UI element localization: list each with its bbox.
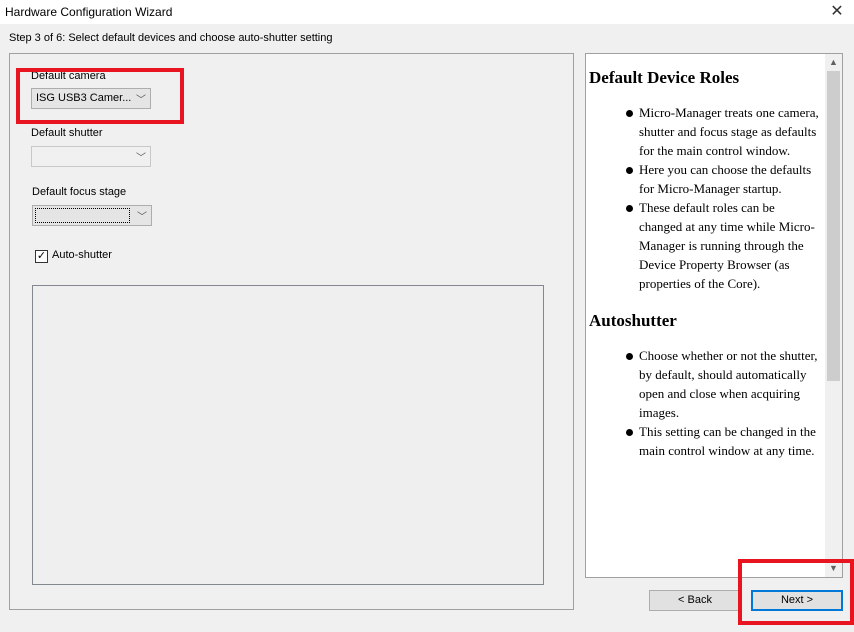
help-heading-default-roles: Default Device Roles — [589, 68, 740, 87]
auto-shutter-label[interactable]: Auto-shutter — [52, 249, 112, 261]
title-bar: Hardware Configuration Wizard ✕ — [0, 0, 854, 24]
help-content: Default Device Roles Micro-Manager treat… — [589, 68, 821, 478]
next-highlight-box — [738, 559, 854, 625]
help-list-default-roles: Micro-Manager treats one camera, shutter… — [589, 103, 821, 293]
checkmark-icon: ✓ — [36, 250, 47, 262]
help-list-item: Here you can choose the defaults for Mic… — [626, 160, 821, 198]
help-scrollbar[interactable]: ▲ ▼ — [825, 54, 842, 577]
step-description: Step 3 of 6: Select default devices and … — [9, 32, 333, 44]
chevron-down-icon: ﹀ — [137, 212, 147, 223]
close-button[interactable]: ✕ — [820, 0, 854, 24]
default-focus-stage-label: Default focus stage — [32, 186, 127, 198]
scroll-up-arrow-icon[interactable]: ▲ — [825, 54, 842, 71]
help-list-item: This setting can be changed in the main … — [626, 422, 821, 460]
default-shutter-label: Default shutter — [31, 127, 103, 139]
help-list-item: Micro-Manager treats one camera, shutter… — [626, 103, 821, 160]
back-button[interactable]: < Back — [649, 590, 741, 611]
window-title: Hardware Configuration Wizard — [5, 5, 173, 19]
camera-highlight-box — [16, 68, 184, 124]
scroll-thumb[interactable] — [827, 71, 840, 381]
device-list-box[interactable] — [32, 285, 544, 585]
help-heading-autoshutter: Autoshutter — [589, 311, 677, 330]
focus-ring — [35, 208, 130, 223]
close-icon: ✕ — [830, 3, 844, 20]
default-shutter-select[interactable]: ﹀ — [31, 146, 151, 167]
chevron-down-icon: ﹀ — [136, 153, 146, 164]
default-focus-stage-select[interactable]: ﹀ — [32, 205, 152, 226]
help-list-item: Choose whether or not the shutter, by de… — [626, 346, 821, 422]
help-list-item: These default roles can be changed at an… — [626, 198, 821, 293]
auto-shutter-checkbox[interactable]: ✓ — [35, 250, 48, 263]
help-panel: Default Device Roles Micro-Manager treat… — [585, 53, 843, 578]
device-settings-panel: Default camera ISG USB3 Camer... ﹀ Defau… — [9, 53, 574, 610]
help-list-autoshutter: Choose whether or not the shutter, by de… — [589, 346, 821, 460]
